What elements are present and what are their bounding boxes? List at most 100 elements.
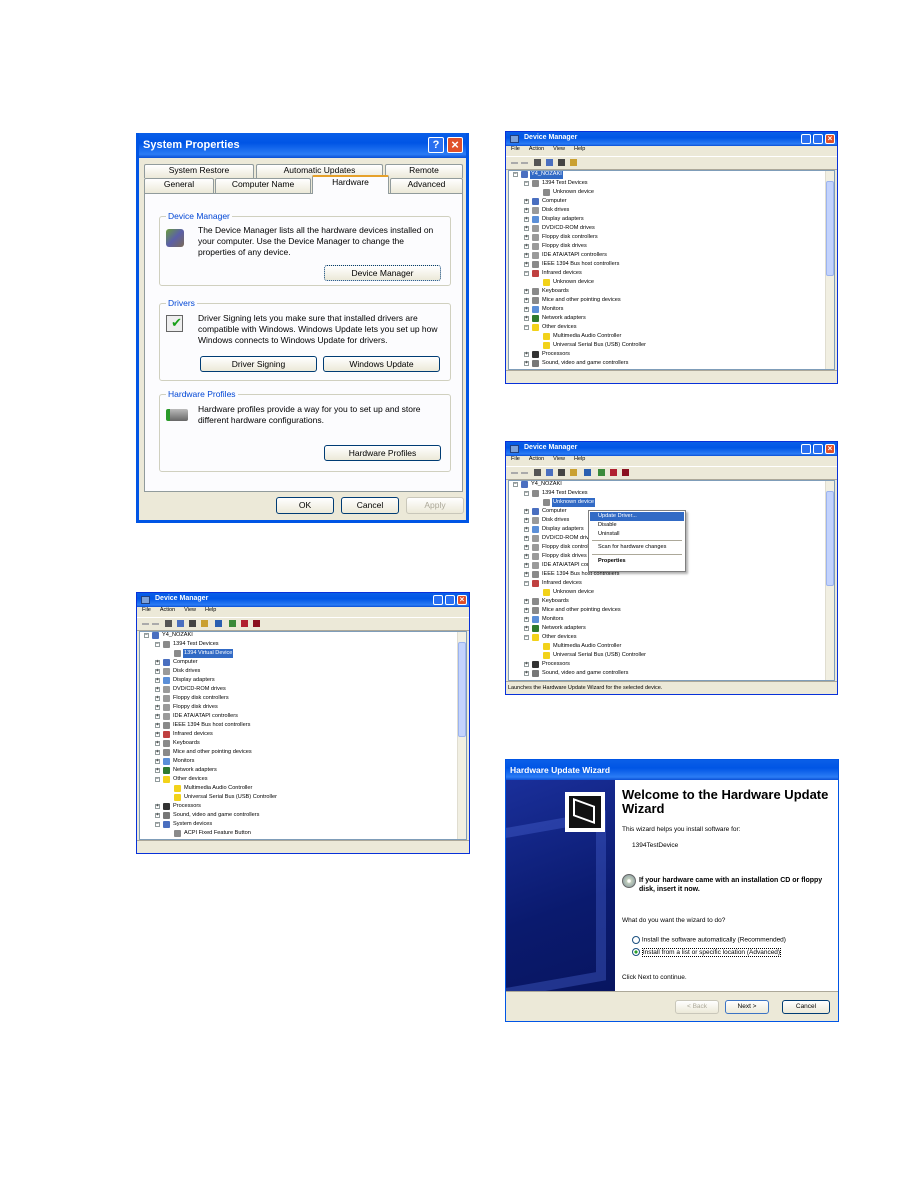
vertical-scrollbar[interactable] <box>825 171 834 369</box>
update-icon[interactable] <box>546 469 553 476</box>
tab-system-restore[interactable]: System Restore <box>144 164 254 178</box>
context-menu-item[interactable]: Scan for hardware changes <box>590 543 684 552</box>
disable-icon[interactable] <box>610 469 617 476</box>
collapse-icon[interactable]: − <box>524 325 529 330</box>
expand-icon[interactable]: + <box>155 696 160 701</box>
expand-icon[interactable]: + <box>524 554 529 559</box>
menu-help[interactable]: Help <box>574 456 585 462</box>
expand-icon[interactable]: + <box>155 732 160 737</box>
back-icon[interactable] <box>142 623 149 625</box>
expand-icon[interactable]: + <box>155 741 160 746</box>
tab-hardware[interactable]: Hardware <box>312 175 389 194</box>
help-icon[interactable] <box>570 469 577 476</box>
expand-icon[interactable]: + <box>155 660 160 665</box>
expand-icon[interactable]: + <box>524 536 529 541</box>
expand-icon[interactable]: + <box>524 563 529 568</box>
menu-action[interactable]: Action <box>529 456 544 462</box>
title-bar[interactable]: System Properties ? × <box>139 133 466 158</box>
collapse-icon[interactable]: − <box>513 172 518 177</box>
option-automatic[interactable]: Install the software automatically (Reco… <box>632 936 786 944</box>
print-icon[interactable] <box>546 159 553 166</box>
collapse-icon[interactable]: − <box>524 635 529 640</box>
computer-icon[interactable] <box>570 159 577 166</box>
expand-icon[interactable]: + <box>155 678 160 683</box>
tab-remote[interactable]: Remote <box>385 164 463 178</box>
expand-icon[interactable]: + <box>524 599 529 604</box>
expand-icon[interactable]: + <box>524 518 529 523</box>
expand-icon[interactable]: + <box>155 750 160 755</box>
expand-icon[interactable]: + <box>524 617 529 622</box>
close-button[interactable]: × <box>825 444 835 454</box>
help-button[interactable]: ? <box>428 137 444 153</box>
minimize-button[interactable] <box>433 595 443 605</box>
expand-icon[interactable]: + <box>155 687 160 692</box>
driver-signing-button[interactable]: Driver Signing <box>200 356 317 372</box>
expand-icon[interactable]: + <box>524 235 529 240</box>
help-icon[interactable] <box>201 620 208 627</box>
expand-icon[interactable]: + <box>155 759 160 764</box>
computer-icon[interactable] <box>215 620 222 627</box>
radio-unchecked-icon[interactable] <box>632 936 640 944</box>
expand-icon[interactable]: + <box>524 361 529 366</box>
expand-icon[interactable]: + <box>524 509 529 514</box>
title-bar[interactable]: Device Manager × <box>506 442 837 456</box>
close-button[interactable]: × <box>447 137 463 153</box>
vertical-scrollbar[interactable] <box>457 632 466 839</box>
expand-icon[interactable]: + <box>155 813 160 818</box>
scrollbar-thumb[interactable] <box>458 642 466 737</box>
tab-general[interactable]: General <box>144 178 214 193</box>
device-tree[interactable]: − Y4_NOZAKI −1394 Test Devices 1394 Virtual… <box>139 631 467 840</box>
properties-icon[interactable] <box>534 159 541 166</box>
device-manager-button[interactable]: Device Manager <box>324 265 441 281</box>
uninstall-icon[interactable] <box>622 469 629 476</box>
expand-icon[interactable]: + <box>524 307 529 312</box>
expand-icon[interactable]: + <box>524 352 529 357</box>
collapse-icon[interactable]: − <box>155 777 160 782</box>
expand-icon[interactable]: + <box>524 217 529 222</box>
expand-icon[interactable]: + <box>524 545 529 550</box>
expand-icon[interactable]: + <box>155 705 160 710</box>
menu-action[interactable]: Action <box>529 146 544 152</box>
menu-file[interactable]: File <box>511 146 520 152</box>
menu-action[interactable]: Action <box>160 607 175 613</box>
expand-icon[interactable]: + <box>524 527 529 532</box>
menu-view[interactable]: View <box>184 607 196 613</box>
apply-button[interactable]: Apply <box>406 497 464 514</box>
properties-icon[interactable] <box>534 469 541 476</box>
menu-file[interactable]: File <box>511 456 520 462</box>
next-button[interactable]: Next > <box>725 1000 769 1014</box>
expand-icon[interactable]: + <box>524 208 529 213</box>
maximize-button[interactable] <box>813 134 823 144</box>
expand-icon[interactable]: + <box>524 662 529 667</box>
menu-help[interactable]: Help <box>574 146 585 152</box>
close-button[interactable]: × <box>825 134 835 144</box>
back-button[interactable]: < Back <box>675 1000 719 1014</box>
tab-computer-name[interactable]: Computer Name <box>215 178 311 193</box>
minimize-button[interactable] <box>801 134 811 144</box>
collapse-icon[interactable]: − <box>155 822 160 827</box>
maximize-button[interactable] <box>813 444 823 454</box>
scan-icon[interactable] <box>229 620 236 627</box>
title-bar[interactable]: Device Manager × <box>137 593 469 607</box>
context-menu-item[interactable]: Disable <box>590 521 684 530</box>
expand-icon[interactable]: + <box>524 253 529 258</box>
print-icon[interactable] <box>558 469 565 476</box>
expand-icon[interactable]: + <box>524 244 529 249</box>
hardware-profiles-button[interactable]: Hardware Profiles <box>324 445 441 461</box>
disable-icon[interactable] <box>241 620 248 627</box>
uninstall-icon[interactable] <box>253 620 260 627</box>
forward-icon[interactable] <box>521 162 528 164</box>
scan-icon[interactable] <box>598 469 605 476</box>
expand-icon[interactable]: + <box>524 626 529 631</box>
expand-icon[interactable]: + <box>524 572 529 577</box>
ok-button[interactable]: OK <box>276 497 334 514</box>
collapse-icon[interactable]: − <box>155 642 160 647</box>
minimize-button[interactable] <box>801 444 811 454</box>
expand-icon[interactable]: + <box>524 262 529 267</box>
expand-icon[interactable]: + <box>155 714 160 719</box>
collapse-icon[interactable]: − <box>524 181 529 186</box>
menu-file[interactable]: File <box>142 607 151 613</box>
cancel-button[interactable]: Cancel <box>341 497 399 514</box>
title-bar[interactable]: Device Manager × <box>506 132 837 146</box>
back-icon[interactable] <box>511 162 518 164</box>
